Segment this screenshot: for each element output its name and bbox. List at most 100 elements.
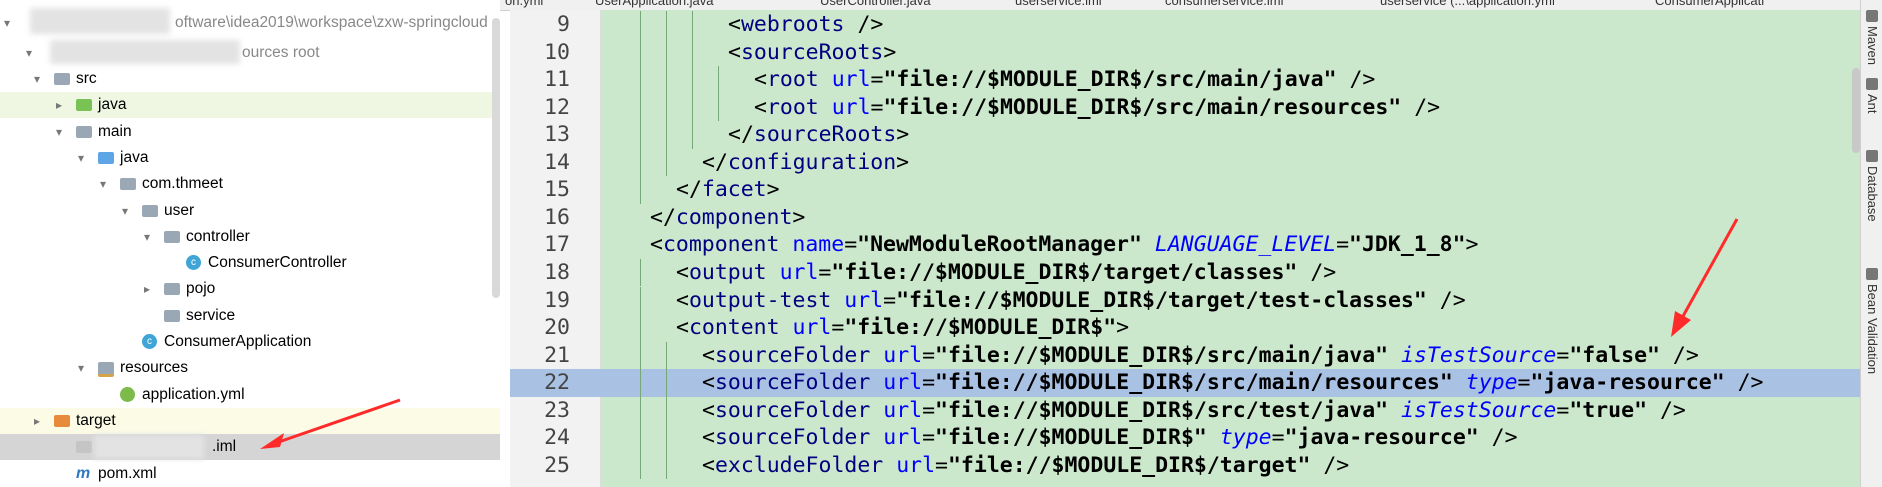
database-icon xyxy=(1866,150,1878,162)
editor-tab[interactable]: UserApplication.java xyxy=(595,0,714,10)
tree-item[interactable]: ▾ java xyxy=(0,145,500,171)
tree-item[interactable]: ▾ user xyxy=(0,198,500,224)
tree-item-label: ConsumerApplication xyxy=(164,333,312,350)
tree-item[interactable]: ▾ src xyxy=(0,66,500,92)
code-line[interactable]: 13 </sourceRoots> xyxy=(510,121,1860,149)
blurred-region xyxy=(94,435,204,460)
tree-item-label: application.yml xyxy=(142,385,245,403)
code-line[interactable]: 14 </configuration> xyxy=(510,149,1860,177)
package-icon xyxy=(164,309,180,322)
tree-item-label: src xyxy=(76,70,97,87)
excluded-folder-icon xyxy=(54,414,70,427)
editor-tab[interactable]: userservice.iml xyxy=(1015,0,1102,10)
tree-item[interactable]: ▾ controller xyxy=(0,224,500,250)
tree-module-row[interactable]: ▾ ources root xyxy=(0,40,500,66)
code-line[interactable]: 9 <webroots /> xyxy=(510,11,1860,39)
chevron-right-icon[interactable]: ▸ xyxy=(30,408,44,434)
tree-item[interactable]: c ConsumerController xyxy=(0,250,500,276)
code-line[interactable]: 23 <sourceFolder url="file://$MODULE_DIR$… xyxy=(510,397,1860,425)
tree-item-label: pojo xyxy=(186,280,216,298)
chevron-right-icon[interactable]: ▸ xyxy=(140,276,154,302)
code-text: <root url="file://$MODULE_DIR$/src/main/… xyxy=(754,94,1441,120)
chevron-down-icon[interactable]: ▾ xyxy=(74,145,88,171)
code-line[interactable]: 25 <excludeFolder url="file://$MODULE_DIR… xyxy=(510,452,1860,480)
tree-item-label: target xyxy=(76,411,116,429)
tree-item[interactable]: c ConsumerApplication xyxy=(0,329,500,355)
indent-guide xyxy=(718,66,719,94)
indent-guide xyxy=(640,148,641,177)
line-number: 9 xyxy=(557,12,570,37)
code-line[interactable]: 17 <component name="NewModuleRootManager"… xyxy=(510,231,1860,259)
code-line[interactable]: 11 <root url="file://$MODULE_DIR$/src/mai… xyxy=(510,66,1860,94)
line-number: 25 xyxy=(544,452,570,478)
tool-window-database[interactable]: Database xyxy=(1865,150,1880,222)
editor-tab[interactable]: on.yml xyxy=(505,0,543,10)
code-lines[interactable]: 9 <webroots /> 10 <sourceRoots> 11 <root url=… xyxy=(510,10,1860,487)
code-text: <root url="file://$MODULE_DIR$/src/main/… xyxy=(754,67,1376,93)
right-tool-window-bar: Maven Ant Database Bean Validation xyxy=(1860,0,1882,487)
indent-guide xyxy=(666,424,667,452)
tree-item[interactable]: ▸ pojo xyxy=(0,276,500,302)
code-line[interactable]: 16 </component> xyxy=(510,204,1860,232)
indent-guide xyxy=(692,11,693,39)
tree-scrollbar[interactable] xyxy=(492,18,500,298)
editor-tab[interactable]: userservice (...\application.yml xyxy=(1380,0,1555,10)
tree-item[interactable]: m pom.xml xyxy=(0,461,500,487)
code-line[interactable]: 21 <sourceFolder url="file://$MODULE_DIR$… xyxy=(510,342,1860,370)
ant-icon xyxy=(1866,78,1878,90)
tree-item-label: com.thmeet xyxy=(142,175,223,193)
code-line[interactable]: 10 <sourceRoots> xyxy=(510,39,1860,67)
chevron-down-icon[interactable]: ▾ xyxy=(74,355,88,381)
blurred-region xyxy=(30,8,170,34)
code-text: <sourceFolder url="file://$MODULE_DIR$" … xyxy=(702,425,1518,451)
code-line[interactable]: 15 </facet> xyxy=(510,176,1860,204)
editor-tab[interactable]: ConsumerApplicati xyxy=(1655,0,1764,10)
tree-header-row[interactable]: ▾ oftware\idea2019\workspace\zxw-springc… xyxy=(0,8,500,36)
chevron-down-icon[interactable]: ▾ xyxy=(118,198,132,224)
tree-item[interactable]: service xyxy=(0,303,500,329)
indent-guide xyxy=(640,314,641,342)
editor-scrollbar[interactable] xyxy=(1852,68,1860,153)
tree-item-label: .iml xyxy=(212,438,237,456)
chevron-right-icon[interactable]: ▸ xyxy=(52,92,66,118)
indent-guide xyxy=(640,93,641,122)
code-line[interactable]: 20 <content url="file://$MODULE_DIR$"> xyxy=(510,314,1860,342)
tree-item[interactable]: ▸ target xyxy=(0,407,500,434)
indent-guide xyxy=(640,11,641,39)
line-number: 15 xyxy=(544,177,570,203)
indent-guide xyxy=(666,11,667,39)
chevron-down-icon[interactable]: ▾ xyxy=(30,66,44,92)
code-line[interactable]: 22 <sourceFolder url="file://$MODULE_DIR$… xyxy=(510,369,1860,397)
code-line[interactable]: 18 <output url="file://$MODULE_DIR$/targe… xyxy=(510,259,1860,287)
line-number: 21 xyxy=(544,342,570,368)
chevron-down-icon[interactable]: ▾ xyxy=(0,10,14,36)
chevron-down-icon[interactable]: ▾ xyxy=(96,171,110,197)
code-text: </sourceRoots> xyxy=(728,122,910,148)
tool-window-ant[interactable]: Ant xyxy=(1865,78,1880,114)
editor-tab[interactable]: UserController.java xyxy=(820,0,931,10)
code-line[interactable]: 24 <sourceFolder url="file://$MODULE_DIR$… xyxy=(510,424,1860,452)
chevron-down-icon[interactable]: ▾ xyxy=(140,224,154,250)
tree-item[interactable]: application.yml xyxy=(0,382,500,408)
tree-item-label: pom.xml xyxy=(98,464,157,482)
indent-guide xyxy=(640,369,641,397)
tool-window-label: Ant xyxy=(1865,94,1880,114)
tool-window-maven[interactable]: Maven xyxy=(1865,10,1880,65)
indent-guide xyxy=(640,66,641,94)
indent-guide xyxy=(666,66,667,94)
chevron-down-icon[interactable]: ▾ xyxy=(52,119,66,145)
indent-guide xyxy=(692,121,693,149)
code-line[interactable]: 12 <root url="file://$MODULE_DIR$/src/mai… xyxy=(510,94,1860,122)
line-number: 12 xyxy=(544,94,570,120)
package-icon xyxy=(164,230,180,243)
tree-item[interactable]: .iml xyxy=(0,434,500,461)
tool-window-bean-validation[interactable]: Bean Validation xyxy=(1865,268,1880,374)
indent-guide xyxy=(640,258,641,287)
chevron-down-icon[interactable]: ▾ xyxy=(22,40,36,66)
tree-item[interactable]: ▾ com.thmeet xyxy=(0,171,500,197)
tree-item[interactable]: ▾ resources xyxy=(0,355,500,381)
tree-item[interactable]: ▾ main xyxy=(0,119,500,145)
tree-item[interactable]: ▸ java xyxy=(0,92,500,119)
code-line[interactable]: 19 <output-test url="file://$MODULE_DIR$/… xyxy=(510,287,1860,315)
folder-icon xyxy=(54,73,70,85)
